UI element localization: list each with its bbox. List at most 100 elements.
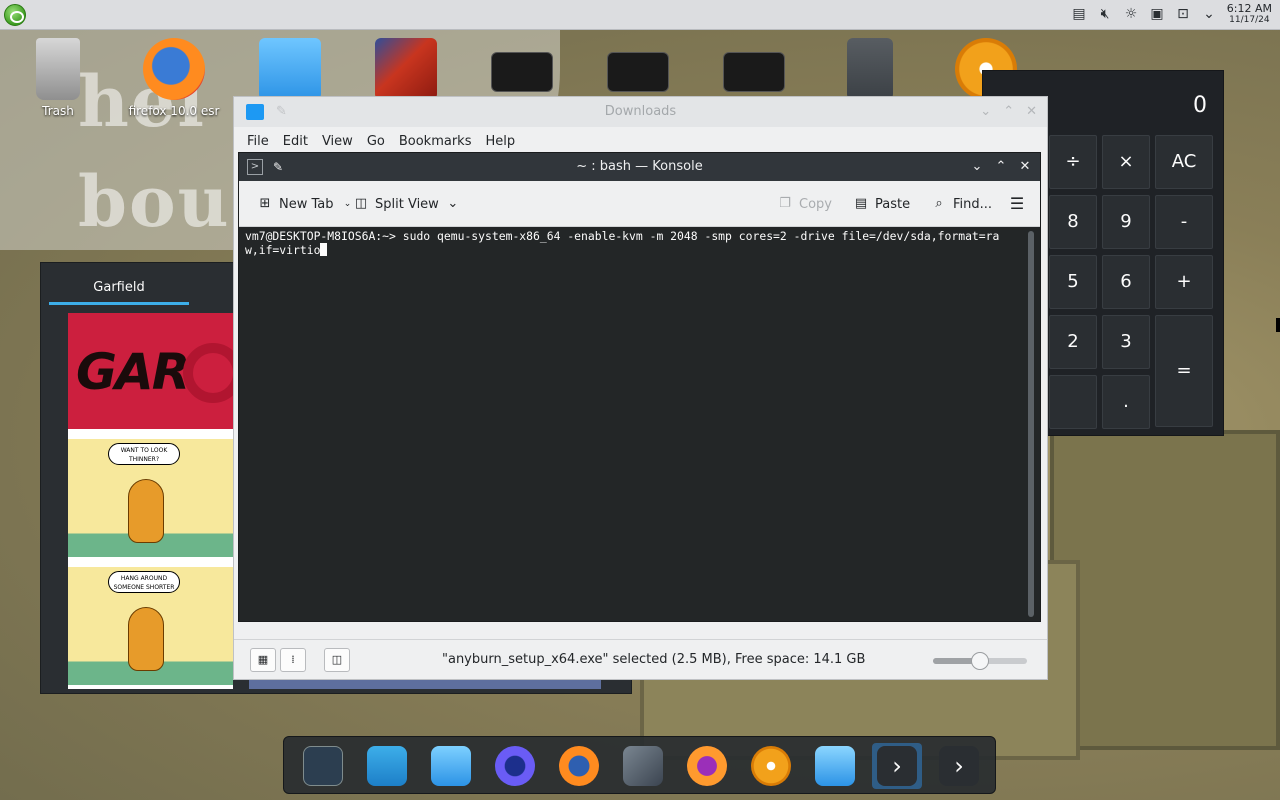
dock-item-settings[interactable] bbox=[298, 743, 348, 789]
new-tab-button[interactable]: ⊞ New Tab ⌄ bbox=[257, 193, 356, 215]
terminal-output[interactable]: vm7@DESKTOP-M8IOS6A:~> sudo qemu-system-… bbox=[239, 227, 1040, 621]
firefox-nightly-icon bbox=[495, 746, 535, 786]
pin-icon[interactable]: ✎ bbox=[273, 153, 283, 181]
split-view-label: Split View bbox=[375, 196, 439, 212]
disc-burner-icon bbox=[751, 746, 791, 786]
dock-item-firefox-alt[interactable] bbox=[682, 743, 732, 789]
close-icon[interactable]: ✕ bbox=[1018, 153, 1032, 181]
desktop-icon-firefox[interactable]: firefox 10.0 esr bbox=[128, 38, 220, 118]
terminal-cursor bbox=[320, 243, 328, 256]
dock-item-terminal[interactable]: › bbox=[872, 743, 922, 789]
copy-button[interactable]: ❐ Copy bbox=[777, 193, 832, 215]
menu-help[interactable]: Help bbox=[478, 134, 522, 149]
paste-label: Paste bbox=[875, 196, 911, 212]
window-controls: ⌄ ⌃ ✕ bbox=[980, 97, 1037, 127]
split-panel-button[interactable]: ◫ bbox=[324, 648, 350, 672]
network-icon[interactable]: ⊡ bbox=[1174, 5, 1192, 23]
menu-bookmarks[interactable]: Bookmarks bbox=[392, 134, 479, 149]
zoom-slider-handle[interactable] bbox=[971, 652, 989, 670]
paste-icon: ▤ bbox=[854, 196, 868, 211]
firefox-alt-icon bbox=[687, 746, 727, 786]
pin-icon[interactable]: ✎ bbox=[276, 97, 287, 127]
text-editor-icon bbox=[623, 746, 663, 786]
new-tab-label: New Tab bbox=[279, 196, 334, 212]
calc-button-5[interactable]: 5 bbox=[1049, 255, 1097, 309]
calc-button-2[interactable]: 2 bbox=[1049, 315, 1097, 369]
system-tray: ▤ 🔇︎ ☼ ▣ ⊡ ⌄ bbox=[1070, 5, 1218, 23]
calc-button-8[interactable]: 8 bbox=[1049, 195, 1097, 249]
wallpaper-cabinet bbox=[1050, 430, 1280, 750]
dock-item-editor[interactable] bbox=[618, 743, 668, 789]
menu-go[interactable]: Go bbox=[360, 134, 392, 149]
desktop-icon-script[interactable] bbox=[824, 38, 916, 100]
expand-tray-icon[interactable]: ⌄ bbox=[1200, 5, 1218, 23]
konsole-titlebar[interactable]: > ✎ ~ : bash — Konsole ⌄ ⌃ ✕ bbox=[239, 153, 1040, 181]
wallpaper-text: bou bbox=[78, 160, 231, 243]
dock-item-discover[interactable] bbox=[362, 743, 412, 789]
close-icon[interactable]: ✕ bbox=[1026, 97, 1037, 127]
calc-button-6[interactable]: 6 bbox=[1102, 255, 1150, 309]
menu-edit[interactable]: Edit bbox=[276, 134, 315, 149]
brightness-icon[interactable]: ☼ bbox=[1122, 5, 1140, 23]
calc-button-decimal[interactable]: . bbox=[1102, 375, 1150, 429]
paste-button[interactable]: ▤ Paste bbox=[853, 193, 910, 215]
icons-view-button[interactable]: ▦ bbox=[250, 648, 276, 672]
menu-file[interactable]: File bbox=[240, 134, 276, 149]
tab-garfield[interactable]: Garfield bbox=[49, 271, 189, 305]
file-manager-icon bbox=[431, 746, 471, 786]
maximize-icon[interactable]: ⌃ bbox=[1003, 97, 1014, 127]
clipboard-icon[interactable]: ▤ bbox=[1070, 5, 1088, 23]
home-folder-icon bbox=[259, 38, 321, 100]
dock-item-firefox-nightly[interactable] bbox=[490, 743, 540, 789]
calc-button-0[interactable] bbox=[1049, 375, 1097, 429]
find-button[interactable]: ⌕ Find... bbox=[931, 193, 992, 215]
maximize-icon[interactable]: ⌃ bbox=[994, 153, 1008, 181]
vaio-image-icon bbox=[607, 52, 669, 92]
terminal-line: vm7@DESKTOP-M8IOS6A:~> sudo qemu-system-… bbox=[245, 229, 1000, 243]
trash-icon bbox=[36, 38, 80, 100]
calc-button-9[interactable]: 9 bbox=[1102, 195, 1150, 249]
calc-button-3[interactable]: 3 bbox=[1102, 315, 1150, 369]
desktop-icon-home[interactable] bbox=[244, 38, 336, 100]
firefox-icon bbox=[559, 746, 599, 786]
desktop-icon-vaio-1[interactable] bbox=[476, 38, 568, 92]
konsole-window: > ✎ ~ : bash — Konsole ⌄ ⌃ ✕ ⊞ New Tab ⌄… bbox=[238, 152, 1041, 622]
minimize-icon[interactable]: ⌄ bbox=[970, 153, 984, 181]
minimize-icon[interactable]: ⌄ bbox=[980, 97, 991, 127]
konsole-toolbar: ⊞ New Tab ⌄ ◫ Split View ⌄ ❐ Copy ▤ Past… bbox=[239, 181, 1040, 227]
menu-view[interactable]: View bbox=[315, 134, 360, 149]
dock-item-terminal-alt[interactable]: › bbox=[934, 743, 984, 789]
storage-icon[interactable]: ▣ bbox=[1148, 5, 1166, 23]
split-view-icon: ◫ bbox=[354, 196, 368, 211]
split-view-button[interactable]: ◫ Split View ⌄ bbox=[353, 193, 461, 215]
volume-muted-icon[interactable]: 🔇︎ bbox=[1096, 5, 1114, 23]
desktop-icon-vaio-2[interactable] bbox=[592, 38, 684, 92]
firefox-icon bbox=[143, 38, 205, 100]
scrollbar[interactable] bbox=[1028, 231, 1034, 617]
dock-item-folder[interactable] bbox=[810, 743, 860, 789]
dock-item-disc[interactable] bbox=[746, 743, 796, 789]
app-launcher-icon[interactable] bbox=[4, 4, 26, 26]
downloads-titlebar[interactable]: ✎ Downloads ⌄ ⌃ ✕ bbox=[234, 97, 1047, 127]
calc-button-multiply[interactable]: × bbox=[1102, 135, 1150, 189]
dock-item-firefox[interactable] bbox=[554, 743, 604, 789]
clock[interactable]: 6:12 AM 11/17/24 bbox=[1227, 2, 1272, 25]
desktop-icon-trash[interactable]: Trash bbox=[12, 38, 104, 118]
clock-date: 11/17/24 bbox=[1229, 15, 1270, 25]
calc-button-equals[interactable]: = bbox=[1155, 315, 1213, 427]
window-title: Downloads bbox=[604, 104, 677, 119]
hamburger-menu-button[interactable]: ☰ bbox=[1009, 193, 1025, 215]
desktop-icon-vaio-3[interactable] bbox=[708, 38, 800, 92]
status-bar: ▦ ⁞ ◫ "anyburn_setup_x64.exe" selected (… bbox=[234, 639, 1047, 679]
dock-item-files[interactable] bbox=[426, 743, 476, 789]
terminal-line: w,if=virtio bbox=[245, 243, 1034, 257]
comic-panel: WANT TO LOOK THINNER? bbox=[68, 439, 233, 557]
calc-button-minus[interactable]: - bbox=[1155, 195, 1213, 249]
zoom-slider[interactable] bbox=[933, 652, 1027, 670]
calc-button-clear[interactable]: AC bbox=[1155, 135, 1213, 189]
calc-button-divide[interactable]: ÷ bbox=[1049, 135, 1097, 189]
calc-button-plus[interactable]: + bbox=[1155, 255, 1213, 309]
comic-panel: HANG AROUND SOMEONE SHORTER bbox=[68, 567, 233, 685]
desktop-icon-dinosaur[interactable] bbox=[360, 38, 452, 100]
details-view-button[interactable]: ⁞ bbox=[280, 648, 306, 672]
